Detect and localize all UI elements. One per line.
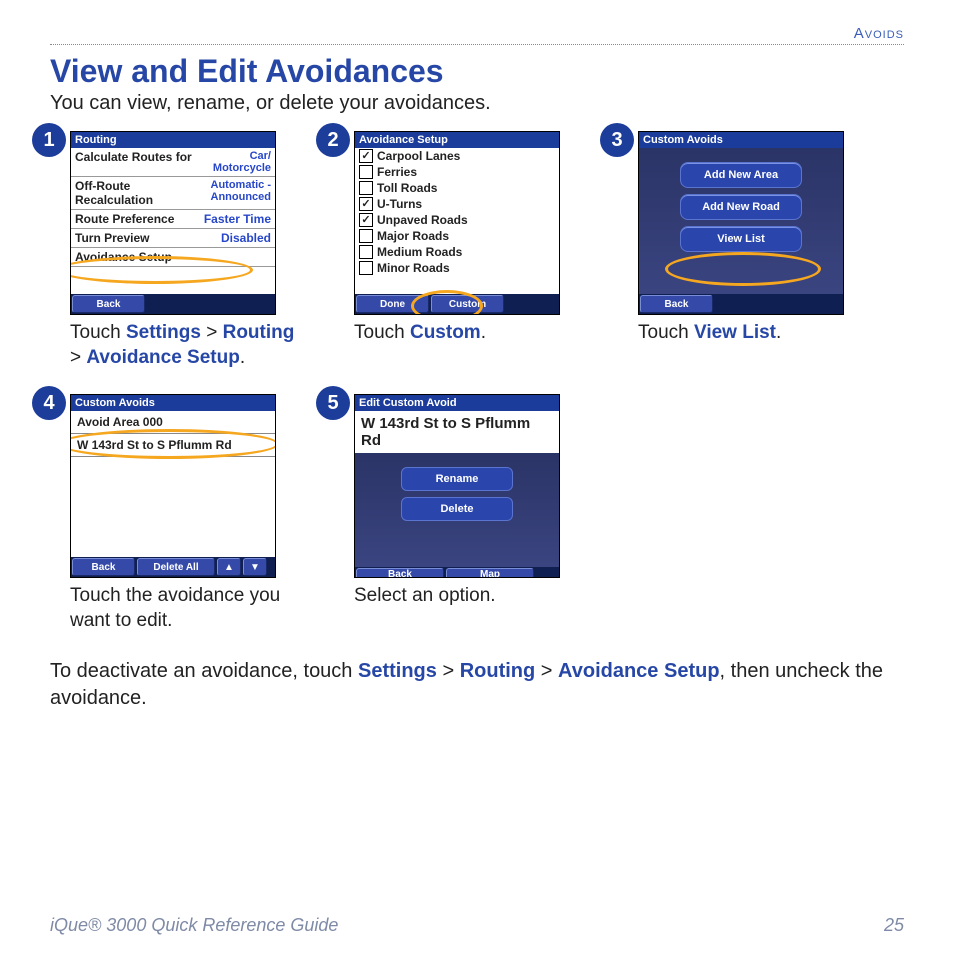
checkbox-icon[interactable] xyxy=(359,229,373,243)
custom-avoids-screen: Custom Avoids Add New Area Add New Road … xyxy=(638,131,844,315)
add-new-road-button[interactable]: Add New Road xyxy=(680,194,802,220)
checkbox-label: Medium Roads xyxy=(377,245,462,259)
screen-title: Edit Custom Avoid xyxy=(355,395,559,411)
checkbox-icon[interactable] xyxy=(359,181,373,195)
view-list-button[interactable]: View List xyxy=(680,226,802,252)
checkbox-label: U-Turns xyxy=(377,197,422,211)
checkbox-icon[interactable]: ✓ xyxy=(359,149,373,163)
list-item[interactable]: Toll Roads xyxy=(355,180,559,196)
done-button[interactable]: Done xyxy=(356,295,429,313)
table-row[interactable]: Turn PreviewDisabled xyxy=(71,229,275,248)
checkbox-icon[interactable] xyxy=(359,261,373,275)
delete-all-button[interactable]: Delete All xyxy=(137,558,215,576)
step-4: 4 Custom Avoids Avoid Area 000 W 143rd S… xyxy=(50,394,306,633)
screen-title: Custom Avoids xyxy=(639,132,843,148)
back-button[interactable]: Back xyxy=(72,295,145,313)
table-row[interactable]: Calculate Routes forCar/ Motorcycle xyxy=(71,148,275,177)
back-button[interactable]: Back xyxy=(356,568,444,578)
checkbox-label: Toll Roads xyxy=(377,181,437,195)
checkbox-icon[interactable]: ✓ xyxy=(359,213,373,227)
custom-avoids-list-screen: Custom Avoids Avoid Area 000 W 143rd St … xyxy=(70,394,276,578)
step-caption: Touch Settings > Routing > Avoidance Set… xyxy=(70,321,306,370)
table-row[interactable]: Off-Route RecalculationAutomatic - Annou… xyxy=(71,177,275,210)
rename-button[interactable]: Rename xyxy=(401,467,513,491)
arrow-up-icon[interactable]: ▲ xyxy=(217,558,241,576)
avoidance-setup-screen: Avoidance Setup ✓ Carpool Lanes Ferries Tol… xyxy=(354,131,560,315)
page-footer: iQue® 3000 Quick Reference Guide 25 xyxy=(50,915,904,936)
checkbox-list: ✓Carpool LanesFerriesToll Roads✓U-Turns✓… xyxy=(355,148,559,294)
list-item[interactable]: Major Roads xyxy=(355,228,559,244)
list-item[interactable]: Avoid Area 000 xyxy=(71,411,275,434)
page-number: 25 xyxy=(884,915,904,936)
step-caption: Touch View List. xyxy=(638,321,874,346)
screen-title: Custom Avoids xyxy=(71,395,275,411)
checkbox-icon[interactable] xyxy=(359,165,373,179)
checkbox-icon[interactable]: ✓ xyxy=(359,197,373,211)
checkbox-icon[interactable] xyxy=(359,245,373,259)
list-item[interactable]: Minor Roads xyxy=(355,260,559,276)
step-3: 3 Custom Avoids Add New Area Add New Roa… xyxy=(618,131,874,370)
step-5: 5 Edit Custom Avoid W 143rd St to S Pflu… xyxy=(334,394,590,633)
step-badge: 4 xyxy=(32,386,66,420)
arrow-down-icon[interactable]: ▼ xyxy=(243,558,267,576)
step-caption: Touch the avoidance you want to edit. xyxy=(70,584,306,633)
steps-row-2: 4 Custom Avoids Avoid Area 000 W 143rd S… xyxy=(50,394,904,633)
list-item[interactable]: Ferries xyxy=(355,164,559,180)
step-caption: Select an option. xyxy=(354,584,590,609)
checkbox-label: Carpool Lanes xyxy=(377,149,460,163)
screen-title: Routing xyxy=(71,132,275,148)
list-item[interactable]: ✓ Unpaved Roads xyxy=(355,212,559,228)
edit-custom-avoid-screen: Edit Custom Avoid W 143rd St to S Pflumm… xyxy=(354,394,560,578)
back-button[interactable]: Back xyxy=(640,295,713,313)
step-2: 2 Avoidance Setup ✓Carpool LanesFerriesT… xyxy=(334,131,590,370)
checkbox-label: Major Roads xyxy=(377,229,449,243)
section-eyebrow: Avoids xyxy=(50,25,904,45)
delete-button[interactable]: Delete xyxy=(401,497,513,521)
steps-row-1: 1 Routing Calculate Routes forCar/ Motor… xyxy=(50,131,904,370)
list-item[interactable]: ✓ Carpool Lanes xyxy=(355,148,559,164)
table-row[interactable]: Route PreferenceFaster Time xyxy=(71,210,275,229)
list-item[interactable]: Medium Roads xyxy=(355,244,559,260)
screen-title: Avoidance Setup xyxy=(355,132,559,148)
intro-text: You can view, rename, or delete your avo… xyxy=(50,92,904,115)
list-item[interactable]: W 143rd St to S Pflumm Rd xyxy=(71,434,275,457)
add-new-area-button[interactable]: Add New Area xyxy=(680,162,802,188)
step-badge: 2 xyxy=(316,123,350,157)
step-badge: 1 xyxy=(32,123,66,157)
footer-title: iQue® 3000 Quick Reference Guide xyxy=(50,915,338,936)
step-caption: Touch Custom. xyxy=(354,321,590,346)
checkbox-label: Unpaved Roads xyxy=(377,213,468,227)
table-row[interactable]: Avoidance Setup xyxy=(71,248,275,267)
step-badge: 3 xyxy=(600,123,634,157)
list-item[interactable]: ✓ U-Turns xyxy=(355,196,559,212)
checkbox-label: Minor Roads xyxy=(377,261,450,275)
back-button[interactable]: Back xyxy=(72,558,135,576)
custom-button[interactable]: Custom xyxy=(431,295,504,313)
avoid-name: W 143rd St to S Pflumm Rd xyxy=(355,411,559,453)
map-button[interactable]: Map xyxy=(446,568,534,578)
step-badge: 5 xyxy=(316,386,350,420)
checkbox-label: Ferries xyxy=(377,165,417,179)
highlight-oval xyxy=(665,252,821,286)
page-title: View and Edit Avoidances xyxy=(50,53,904,90)
step-1: 1 Routing Calculate Routes forCar/ Motor… xyxy=(50,131,306,370)
closing-instruction: To deactivate an avoidance, touch Settin… xyxy=(50,658,904,712)
routing-screen: Routing Calculate Routes forCar/ Motorcy… xyxy=(70,131,276,315)
